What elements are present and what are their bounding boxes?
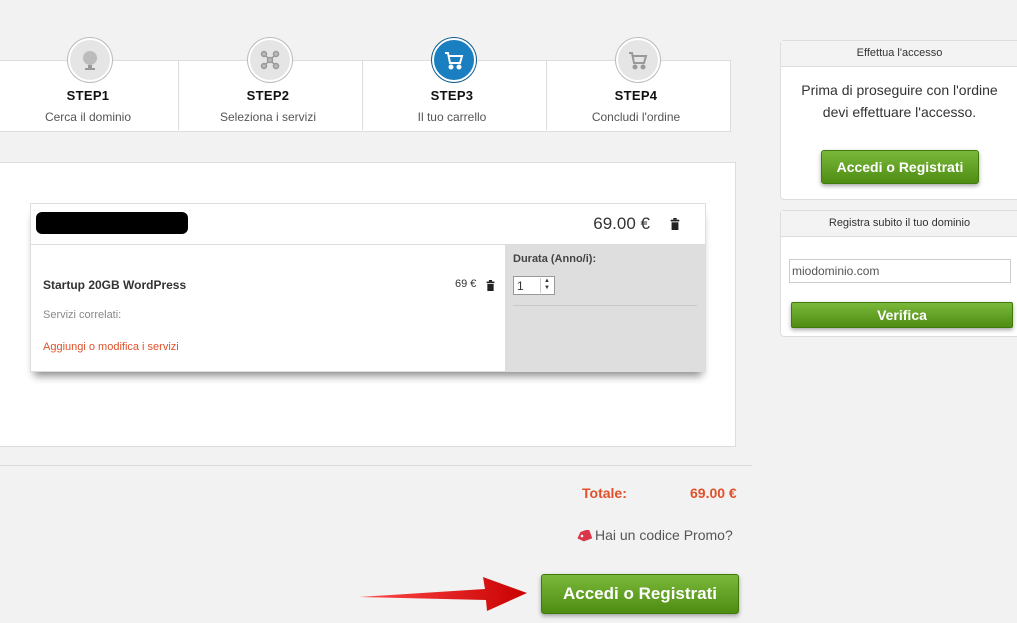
promo-code-link[interactable]: Hai un codice Promo? (576, 527, 733, 543)
duration-label: Durata (Anno/i): (513, 253, 597, 265)
cart-panel: 69.00 € Startup 20GB WordPress 69 € Serv… (0, 162, 736, 447)
spinner[interactable]: ▲ ▼ (540, 278, 553, 293)
step-2[interactable]: STEP2 Seleziona i servizi (178, 0, 358, 135)
cart-item-price: 69.00 € (593, 214, 650, 233)
checkout-steps: STEP1 Cerca il dominio STEP2 Seleziona i… (0, 0, 770, 135)
login-box: Effettua l'accesso Prima di proseguire c… (780, 40, 1017, 200)
red-arrow-annotation (359, 577, 527, 611)
login-box-text: Prima di proseguire con l'ordine devi ef… (781, 79, 1017, 123)
step-subtitle: Concludi l'ordine (591, 110, 681, 124)
login-register-button[interactable]: Accedi o Registrati (541, 574, 739, 614)
total-value: 69.00 € (690, 485, 737, 501)
chevron-up-icon[interactable]: ▲ (541, 278, 553, 285)
duration-value: 1 (517, 279, 524, 293)
duration-panel: Durata (Anno/i): 1 ▲ ▼ (505, 245, 705, 371)
cart-icon (432, 38, 476, 82)
domain-box-header: Registra subito il tuo dominio (781, 211, 1017, 237)
cart-item: 69.00 € Startup 20GB WordPress 69 € Serv… (30, 203, 706, 372)
product-price: 69 € (455, 278, 477, 290)
total-label: Totale: (582, 485, 627, 501)
redacted-domain (36, 212, 188, 234)
trash-icon[interactable] (483, 278, 497, 292)
login-box-header: Effettua l'accesso (781, 41, 1017, 67)
cart-item-header: 69.00 € (31, 204, 705, 245)
divider (513, 305, 697, 306)
step-subtitle: Cerca il dominio (44, 110, 132, 124)
step-title: STEP4 (614, 88, 658, 103)
login-text-line: devi effettuare l'accesso. (822, 104, 977, 120)
network-icon (248, 38, 292, 82)
step-1[interactable]: STEP1 Cerca il dominio (0, 0, 178, 135)
edit-services-link[interactable]: Aggiungi o modifica i servizi (43, 341, 179, 353)
sidebar-login-button[interactable]: Accedi o Registrati (821, 150, 979, 184)
step-title: STEP2 (246, 88, 290, 103)
verify-button[interactable]: Verifica (791, 302, 1013, 328)
step-subtitle: Seleziona i servizi (219, 110, 317, 124)
step-subtitle: Il tuo carrello (417, 110, 487, 124)
tag-icon (577, 528, 593, 542)
promo-text: Hai un codice Promo? (595, 527, 733, 543)
trash-icon[interactable] (668, 217, 682, 231)
step-4[interactable]: STEP4 Concludi l'ordine (546, 0, 726, 135)
globe-icon (68, 38, 112, 82)
step-3[interactable]: STEP3 Il tuo carrello (362, 0, 542, 135)
product-name: Startup 20GB WordPress (43, 278, 187, 292)
related-services-label: Servizi correlati: (43, 309, 122, 321)
divider (0, 465, 752, 466)
domain-input[interactable]: miodominio.com (789, 259, 1011, 283)
cart-icon (616, 38, 660, 82)
product-details: Startup 20GB WordPress 69 € Servizi corr… (31, 245, 505, 371)
chevron-down-icon[interactable]: ▼ (541, 285, 553, 292)
step-title: STEP1 (66, 88, 110, 103)
step-title: STEP3 (430, 88, 474, 103)
domain-register-box: Registra subito il tuo dominio miodomini… (780, 210, 1017, 337)
duration-stepper[interactable]: 1 ▲ ▼ (513, 276, 555, 295)
login-text-line: Prima di proseguire con l'ordine (801, 82, 998, 98)
